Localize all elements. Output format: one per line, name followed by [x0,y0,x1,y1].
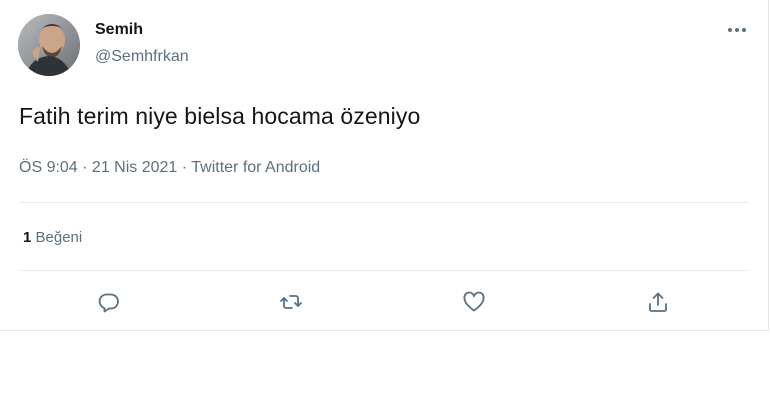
share-button[interactable] [641,285,675,319]
action-bar [19,285,749,319]
more-icon [728,28,746,32]
share-icon [649,292,667,312]
author-handle[interactable]: @Semhfrkan [95,48,189,66]
tweet-meta: ÖS 9:04 · 21 Nis 2021 · Twitter for Andr… [19,159,320,177]
tweet-time[interactable]: ÖS 9:04 [19,159,78,176]
author-display-name[interactable]: Semih [95,21,143,39]
meta-separator: · [177,159,192,176]
tweet-date[interactable]: 21 Nis 2021 [92,159,177,176]
avatar[interactable] [18,14,80,76]
likes-count: 1 [23,229,32,246]
divider [19,270,749,271]
retweet-icon [280,295,302,309]
divider [19,202,749,203]
heart-icon [463,291,485,312]
likes-stat[interactable]: 1 Beğeni [23,229,82,246]
reply-button[interactable] [92,285,126,319]
reply-icon [98,293,119,313]
tweet-source[interactable]: Twitter for Android [191,159,320,176]
retweet-button[interactable] [274,285,308,319]
likes-label: Beğeni [35,229,83,246]
user-avatar-icon [18,14,80,76]
tweet-card: Semih @Semhfrkan Fatih terim niye bielsa… [0,0,769,331]
more-options-button[interactable] [722,18,752,42]
tweet-text: Fatih terim niye bielsa hocama özeniyo [19,103,421,129]
like-button[interactable] [457,285,491,319]
meta-separator: · [77,159,92,176]
